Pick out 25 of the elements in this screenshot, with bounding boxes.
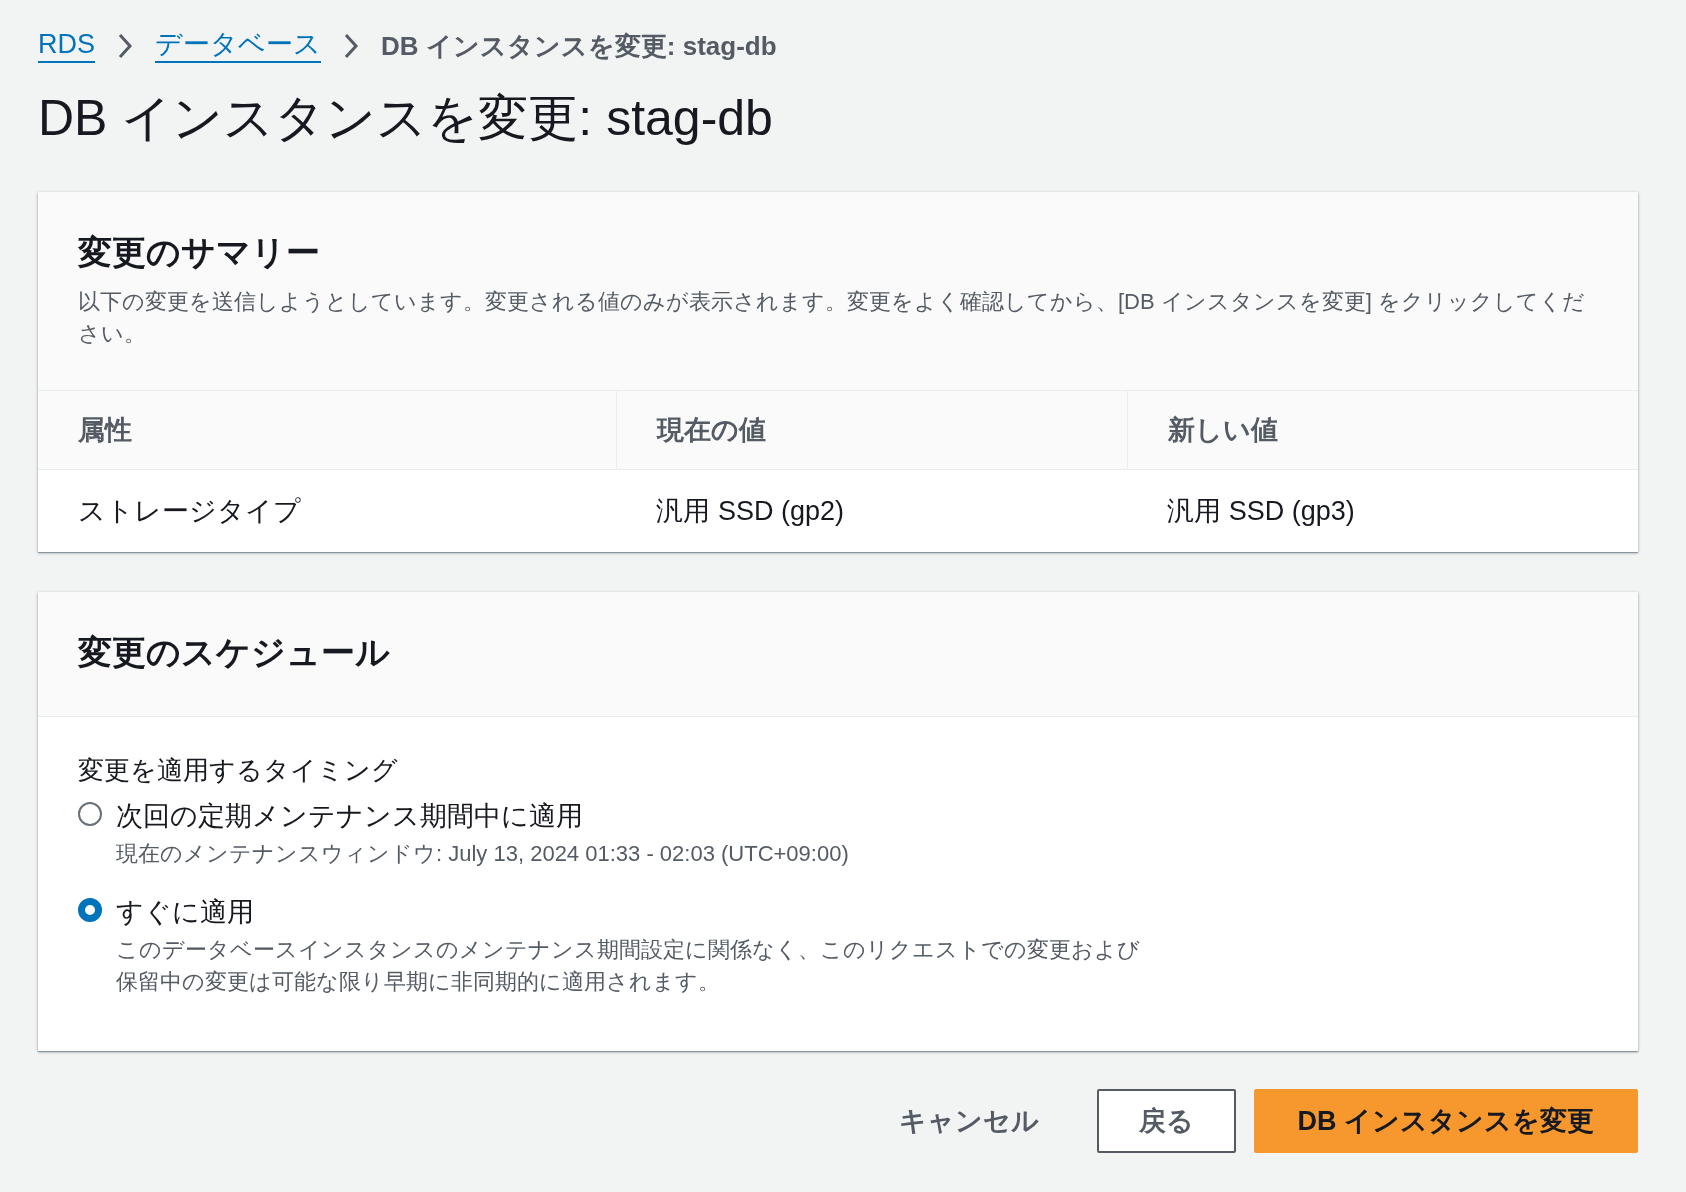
column-header: 属性 — [38, 390, 617, 470]
page-title: DB インスタンスを変更: stag-db — [38, 89, 774, 148]
cancel-button[interactable]: キャンセル — [858, 1089, 1079, 1154]
back-button[interactable]: 戻る — [1096, 1089, 1236, 1154]
column-header: 新しい値 — [1127, 390, 1638, 470]
chevron-right-icon — [343, 33, 359, 59]
field-label: 変更を適用するタイミング — [78, 753, 399, 787]
submit-button[interactable]: DB インスタンスを変更 — [1253, 1089, 1638, 1154]
breadcrumb-link[interactable]: データベース — [155, 29, 321, 63]
radio-button[interactable] — [78, 897, 102, 922]
radio-button[interactable] — [78, 801, 102, 826]
chevron-right-icon — [117, 33, 133, 59]
section-title: 変更のスケジュール — [78, 631, 391, 673]
radio-description: このデータベースインスタンスのメンテナンス期間設定に関係なく、このリクエストでの変更および保留中の変更は可能な限り早期に非同期的に適用されます。 — [116, 935, 1141, 996]
breadcrumb-link[interactable]: RDS — [38, 29, 95, 63]
section-description: 以下の変更を送信しようとしています。変更される値のみが表示されます。変更をよく確認してから、[DB インスタンスを変更] をクリックしてください。 — [78, 288, 1586, 348]
table-cell: 汎用 SSD (gp2) — [616, 469, 1128, 552]
section-title: 変更のサマリー — [78, 232, 321, 273]
radio-label: すぐに適用 — [116, 895, 255, 929]
table-cell: ストレージタイプ — [38, 469, 617, 552]
radio-description: 現在のメンテナンスウィンドウ: July 13, 2024 01:33 - 02:03 (UTC+09:00) — [116, 839, 849, 868]
radio-label: 次回の定期メンテナンス期間中に適用 — [116, 799, 584, 833]
table-cell: 汎用 SSD (gp3) — [1127, 469, 1638, 552]
column-header: 現在の値 — [616, 390, 1128, 470]
breadcrumb-current: DB インスタンスを変更: stag-db — [381, 29, 777, 63]
